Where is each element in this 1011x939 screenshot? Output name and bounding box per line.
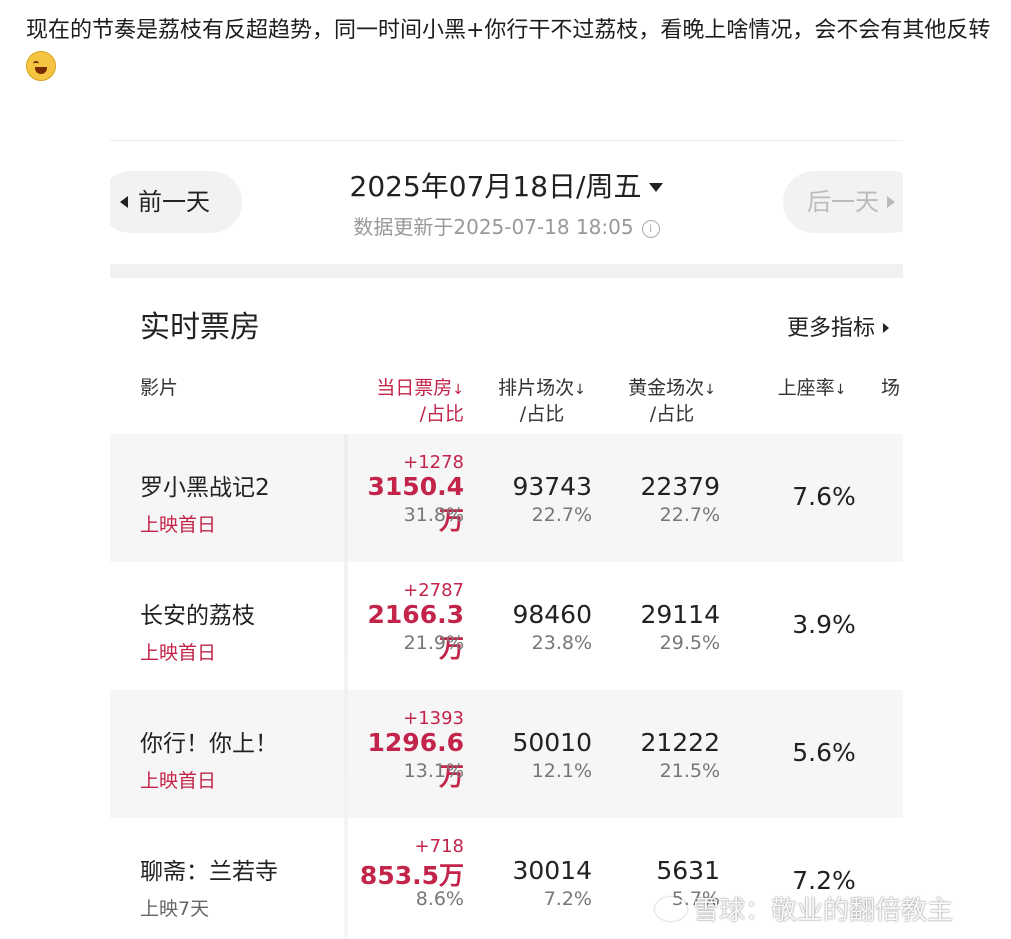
header-occupancy-label: 上座率 xyxy=(777,377,835,399)
header-golden-label: 黄金场次 xyxy=(628,377,705,399)
film-title: 聊斋：兰若寺 xyxy=(140,859,278,885)
table-row[interactable]: 长安的荔枝 上映首日 +2787 2166.3万 21.9% 98460 23.… xyxy=(110,562,903,690)
sort-arrow-icon: ↓ xyxy=(574,382,586,398)
column-divider xyxy=(344,434,348,939)
release-status: 上映首日 xyxy=(140,770,217,792)
update-label: 数据更新于2025-07-18 18:05 xyxy=(353,215,634,239)
release-status: 上映首日 xyxy=(140,514,217,536)
header-golden-share: /占比 xyxy=(649,403,695,425)
golden-share: 29.5% xyxy=(659,632,720,654)
box-office-share: 13.1% xyxy=(403,760,464,782)
occupancy-value: 5.6% xyxy=(792,738,856,767)
film-title: 长安的荔枝 xyxy=(140,603,255,629)
header-box-office[interactable]: 当日票房↓ /占比 xyxy=(354,376,464,426)
sort-arrow-icon: ↓ xyxy=(704,382,716,398)
film-title: 罗小黑战记2 xyxy=(140,475,270,501)
next-day-button[interactable]: 后一天 xyxy=(783,171,903,233)
header-occupancy[interactable]: 上座率↓ xyxy=(762,376,862,402)
box-office-delta: +1393 xyxy=(403,708,464,729)
header-film-label: 影片 xyxy=(140,377,179,399)
date-bar: 前一天 2025年07月18日/周五 数据更新于2025-07-18 18:05… xyxy=(110,140,903,265)
screenings-value: 98460 xyxy=(512,600,592,629)
box-office-share: 31.8% xyxy=(403,504,464,526)
occupancy-value: 3.9% xyxy=(792,610,856,639)
caret-right-small-icon xyxy=(883,323,889,333)
occupancy-value: 7.6% xyxy=(792,482,856,511)
screenings-value: 30014 xyxy=(512,856,592,885)
watermark: 雪球：敬业的翻倍教主 xyxy=(655,890,953,927)
more-metrics-label: 更多指标 xyxy=(786,316,875,341)
header-box-office-share: /占比 xyxy=(419,403,464,425)
screenings-value: 50010 xyxy=(512,728,592,757)
film-title: 你行！你上！ xyxy=(140,731,278,757)
header-golden[interactable]: 黄金场次↓ /占比 xyxy=(612,376,732,426)
snowball-logo-icon xyxy=(655,897,687,921)
info-icon[interactable]: i xyxy=(641,220,660,238)
screenings-share: 7.2% xyxy=(543,888,592,910)
update-time: 数据更新于2025-07-18 18:05 i xyxy=(110,211,903,240)
box-office-delta: +1278 xyxy=(403,452,464,473)
box-office-share: 21.9% xyxy=(403,632,464,654)
screenings-share: 22.7% xyxy=(531,504,592,526)
next-day-label: 后一天 xyxy=(807,188,879,216)
box-office-delta: +2787 xyxy=(403,580,464,601)
header-screenings[interactable]: 排片场次↓ /占比 xyxy=(482,376,602,426)
box-office-share: 8.6% xyxy=(415,888,464,910)
golden-share: 22.7% xyxy=(659,504,720,526)
post-body: 现在的节奏是荔枝有反超趋势，同一时间小黑+你行干不过荔枝，看晚上啥情况，会不会有… xyxy=(26,18,991,43)
more-metrics-link[interactable]: 更多指标 xyxy=(787,310,889,342)
screenings-share: 12.1% xyxy=(531,760,592,782)
header-extra-label: 场 xyxy=(881,377,901,399)
header-screenings-share: /占比 xyxy=(519,403,565,425)
golden-value: 22379 xyxy=(640,472,720,501)
box-office-screenshot: 前一天 2025年07月18日/周五 数据更新于2025-07-18 18:05… xyxy=(110,140,903,939)
sort-arrow-icon: ↓ xyxy=(834,382,847,398)
header-box-office-label: 当日票房 xyxy=(376,377,453,399)
header-screenings-label: 排片场次 xyxy=(498,377,575,399)
golden-value: 29114 xyxy=(640,600,720,629)
golden-value: 21222 xyxy=(640,728,720,757)
section-title: 实时票房 xyxy=(140,310,260,345)
caret-right-icon xyxy=(887,196,895,208)
box-office-delta: +718 xyxy=(414,836,464,857)
release-status: 上映7天 xyxy=(140,898,210,920)
laughing-crying-emoji-icon xyxy=(26,51,56,81)
table-row[interactable]: 你行！你上！ 上映首日 +1393 1296.6万 13.1% 50010 12… xyxy=(110,690,903,818)
sort-arrow-icon: ↓ xyxy=(452,382,464,398)
header-film: 影片 xyxy=(140,376,178,400)
golden-value: 5631 xyxy=(656,856,720,885)
caret-down-icon xyxy=(649,183,664,192)
date-label: 2025年07月18日/周五 xyxy=(349,170,642,203)
box-office-value: 853.5万 xyxy=(359,861,464,890)
divider xyxy=(110,264,903,278)
table-row[interactable]: 罗小黑战记2 上映首日 +1278 3150.4万 31.8% 93743 22… xyxy=(110,434,903,562)
release-status: 上映首日 xyxy=(140,642,217,664)
screenings-share: 23.8% xyxy=(531,632,592,654)
header-extra: 场 xyxy=(881,376,900,400)
golden-share: 21.5% xyxy=(659,760,720,782)
screenings-value: 93743 xyxy=(512,472,592,501)
watermark-text: 雪球：敬业的翻倍教主 xyxy=(693,896,954,926)
post-text: 现在的节奏是荔枝有反超趋势，同一时间小黑+你行干不过荔枝，看晚上啥情况，会不会有… xyxy=(26,12,991,88)
